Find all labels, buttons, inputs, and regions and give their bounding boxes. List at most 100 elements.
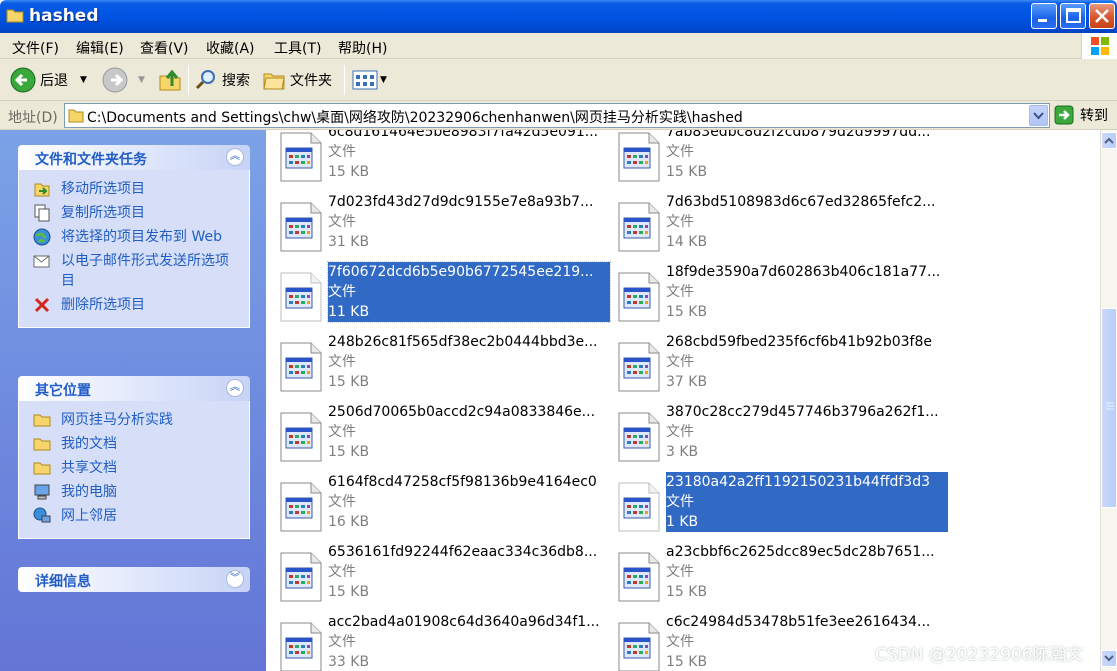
file-item[interactable]: 7d023fd43d27d9dc9155e7e8a93b7... 文件 31 KB [272, 192, 602, 262]
file-name: 6536161fd92244f62eaac334c36db8... [328, 544, 598, 560]
task-email[interactable]: 以电子邮件形式发送所选项目 [33, 251, 239, 291]
menu-view[interactable]: 查看(V) [140, 38, 189, 58]
file-item[interactable]: 248b26c81f565df38ec2b0444bbd3e... 文件 15 KB [272, 332, 602, 402]
other-places-header[interactable]: 其它位置 ︽ [18, 376, 250, 401]
place-shared-documents[interactable]: 共享文档 [33, 458, 239, 478]
task-publish-web[interactable]: 将选择的项目发布到 Web [33, 227, 239, 247]
task-delete-label: 删除所选项目 [61, 297, 145, 313]
menu-bar: 文件(F) 编辑(E) 查看(V) 收藏(A) 工具(T) 帮助(H) [0, 33, 1117, 59]
folder-icon [33, 462, 51, 475]
forward-dropdown-icon[interactable]: ▼ [138, 75, 145, 85]
task-move[interactable]: 移动所选项目 [33, 179, 239, 199]
file-item[interactable]: 6536161fd92244f62eaac334c36db8... 文件 15 KB [272, 542, 602, 612]
search-button[interactable]: 搜索 [194, 65, 250, 95]
file-item[interactable]: 7d63bd5108983d6c67ed32865fefc2... 文件 14 KB [610, 192, 940, 262]
file-item[interactable]: 7ab83edbc8d2f2cdb879d2d9997dd... 文件 15 KB [610, 130, 940, 192]
details-panel: 详细信息 ︾ [18, 567, 250, 592]
file-name: 6164f8cd47258cf5f98136b9e4164ec0 [328, 474, 597, 490]
minimize-button[interactable] [1031, 3, 1057, 29]
collapse-up-icon[interactable]: ︽ [226, 379, 244, 397]
details-title: 详细信息 [35, 574, 91, 590]
file-type: 文件 [666, 354, 694, 370]
application-file-icon [618, 132, 660, 182]
task-move-label: 移动所选项目 [61, 181, 145, 197]
file-item[interactable]: 6164f8cd47258cf5f98136b9e4164ec0 文件 16 KB [272, 472, 602, 542]
file-type: 文件 [328, 494, 356, 510]
file-meta: 7d63bd5108983d6c67ed32865fefc2... 文件 14 KB [666, 192, 948, 252]
search-icon [195, 70, 215, 90]
menu-file[interactable]: 文件(F) [12, 38, 59, 58]
file-name: 2506d70065b0accd2c94a0833846e... [328, 404, 596, 420]
back-button[interactable]: 后退 ▼ [10, 65, 87, 95]
place-network[interactable]: 网上邻居 [33, 506, 239, 526]
views-icon [352, 70, 378, 90]
back-label: 后退 [40, 73, 68, 89]
toolbar-separator [344, 65, 345, 95]
file-item[interactable]: 18f9de3590a7d602863b406c181a77... 文件 15 KB [610, 262, 940, 332]
menu-help[interactable]: 帮助(H) [338, 38, 387, 58]
collapse-up-icon[interactable]: ︽ [226, 148, 244, 166]
other-places-body: 网页挂马分析实践 我的文档 共享文档 我的电脑 网上邻居 [18, 401, 250, 539]
file-size: 14 KB [666, 234, 708, 250]
file-meta: 7ab83edbc8d2f2cdb879d2d9997dd... 文件 15 KB [666, 130, 948, 182]
file-item[interactable]: 23180a42a2ff1192150231b44ffdf3d3 文件 1 KB [610, 472, 948, 542]
up-folder-icon [159, 69, 181, 91]
task-copy[interactable]: 复制所选项目 [33, 203, 239, 223]
file-item[interactable]: 2506d70065b0accd2c94a0833846e... 文件 15 KB [272, 402, 602, 472]
application-file-icon [618, 202, 660, 252]
file-type: 文件 [666, 494, 694, 510]
scroll-thumb[interactable] [1101, 308, 1117, 508]
place-my-documents[interactable]: 我的文档 [33, 434, 239, 454]
maximize-button[interactable] [1060, 3, 1086, 29]
close-button[interactable] [1089, 3, 1115, 29]
up-folder-button[interactable] [158, 65, 182, 95]
file-name: 7ab83edbc8d2f2cdb879d2d9997dd... [666, 130, 931, 140]
expand-down-icon[interactable]: ︾ [226, 570, 244, 588]
file-item[interactable]: 268cbd59fbed235f6cf6b41b92b03f8e 文件 37 KB [610, 332, 940, 402]
file-item[interactable]: 3870c28cc279d457746b3796a262f1... 文件 3 KB [610, 402, 940, 472]
application-file-icon [280, 552, 322, 602]
file-tasks-header[interactable]: 文件和文件夹任务 ︽ [18, 145, 250, 170]
folders-button[interactable]: 文件夹 [262, 65, 332, 95]
go-button[interactable]: 转到 [1054, 105, 1108, 125]
forward-arrow-icon [102, 67, 128, 93]
application-file-icon [280, 132, 322, 182]
address-input[interactable]: C:\Documents and Settings\chw\桌面\网络攻防\20… [64, 103, 1050, 128]
file-size: 15 KB [666, 304, 708, 320]
views-button[interactable]: ▼ [352, 65, 387, 95]
scroll-down-button[interactable] [1101, 650, 1117, 667]
file-item[interactable]: 6c8d161464e5be8983f7fa42d5e091... 文件 15 KB [272, 130, 602, 192]
publish-web-icon [33, 228, 51, 246]
menu-favorites[interactable]: 收藏(A) [206, 38, 255, 58]
place-parent-folder[interactable]: 网页挂马分析实践 [33, 410, 239, 430]
file-item[interactable]: acc2bad4a01908c64d3640a96d34f1... 文件 33 KB [272, 612, 602, 671]
file-name: 18f9de3590a7d602863b406c181a77... [666, 264, 941, 280]
network-icon [33, 507, 51, 523]
task-delete[interactable]: 删除所选项目 [33, 295, 239, 315]
menu-tools[interactable]: 工具(T) [274, 38, 321, 58]
forward-button[interactable]: ▼ [102, 65, 145, 95]
file-meta: acc2bad4a01908c64d3640a96d34f1... 文件 33 KB [328, 612, 610, 671]
file-type: 文件 [666, 214, 694, 230]
details-header[interactable]: 详细信息 ︾ [18, 567, 250, 592]
menu-edit[interactable]: 编辑(E) [76, 38, 124, 58]
computer-icon [34, 484, 50, 500]
title-bar: hashed [0, 0, 1117, 33]
file-size: 1 KB [666, 514, 699, 530]
application-file-icon [618, 412, 660, 462]
place-my-computer[interactable]: 我的电脑 [33, 482, 239, 502]
application-file-icon [280, 342, 322, 392]
scroll-up-button[interactable] [1101, 132, 1117, 149]
views-dropdown-icon: ▼ [380, 75, 387, 85]
application-file-icon [280, 272, 322, 322]
file-tasks-panel: 文件和文件夹任务 ︽ 移动所选项目 复制所选项目 将选择的项目发布到 Web 以… [18, 145, 250, 328]
file-item[interactable]: 7f60672dcd6b5e90b6772545ee219... 文件 11 KB [272, 261, 611, 332]
vertical-scrollbar[interactable] [1100, 130, 1117, 671]
file-item[interactable]: a23cbbf6c2625dcc89ec5dc28b7651... 文件 15 KB [610, 542, 940, 612]
file-meta: 248b26c81f565df38ec2b0444bbd3e... 文件 15 KB [328, 332, 610, 392]
windows-flag-icon [1091, 37, 1109, 55]
file-size: 15 KB [328, 444, 370, 460]
address-dropdown-button[interactable] [1029, 105, 1048, 126]
application-file-icon [618, 482, 660, 532]
back-dropdown-icon[interactable]: ▼ [80, 75, 87, 85]
